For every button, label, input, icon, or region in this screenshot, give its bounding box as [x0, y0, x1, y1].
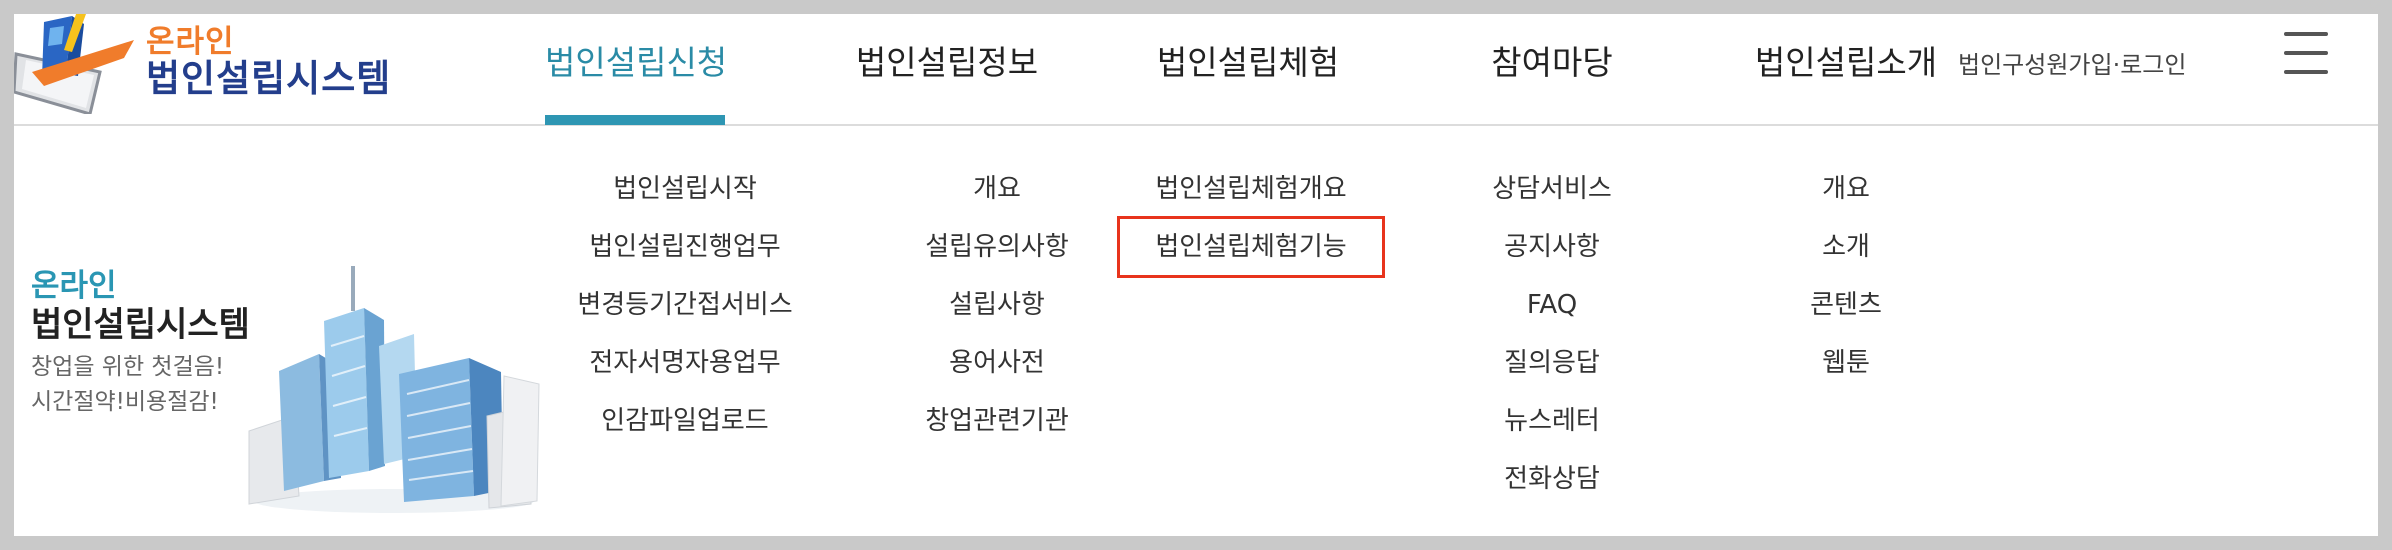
submenu-column-experience: 법인설립체험개요 법인설립체험기능 [1117, 160, 1385, 278]
promo-tagline-2: 시간절약!비용절감! [31, 389, 219, 415]
promo-tagline-1: 창업을 위한 첫걸음! [31, 354, 225, 380]
submenu-item-webtoon[interactable]: 웹툰 [1716, 334, 1976, 392]
city-buildings-illustration [248, 266, 540, 513]
submenu-item-experience-function[interactable]: 법인설립체험기능 [1117, 216, 1385, 278]
nav-tab-participation[interactable]: 참여마당 [1472, 36, 1632, 84]
submenu-column-participation: 상담서비스 공지사항 FAQ 질의응답 뉴스레터 전화상담 [1422, 160, 1682, 508]
logo-title: 법인설립시스템 [146, 57, 392, 100]
submenu-item-contents[interactable]: 콘텐츠 [1716, 276, 1976, 334]
submenu-item-newsletter[interactable]: 뉴스레터 [1422, 392, 1682, 450]
logo-emblem-icon [14, 14, 134, 114]
top-header: 온라인 법인설립시스템 법인설립신청 법인설립정보 법인설립체험 참여마당 법인… [14, 14, 2378, 126]
promo-title: 법인설립시스템 [31, 305, 250, 345]
submenu-item-e-signature[interactable]: 전자서명자용업무 [555, 334, 815, 392]
submenu-column-application: 법인설립시작 법인설립진행업무 변경등기간접서비스 전자서명자용업무 인감파일업… [555, 160, 815, 450]
submenu-item-startup-agencies[interactable]: 창업관련기관 [867, 392, 1127, 450]
nav-tab-corporate-application[interactable]: 법인설립신청 [545, 36, 727, 84]
submenu-item-precautions[interactable]: 설립유의사항 [867, 218, 1127, 276]
nav-tab-corporate-experience[interactable]: 법인설립체험 [1148, 36, 1348, 84]
page-frame: 온라인 법인설립시스템 법인설립신청 법인설립정보 법인설립체험 참여마당 법인… [14, 14, 2378, 536]
submenu-item-intro-overview[interactable]: 개요 [1716, 160, 1976, 218]
auth-links: 법인구성원가입·로그인 [1958, 45, 2186, 80]
site-logo[interactable]: 온라인 법인설립시스템 [14, 14, 390, 114]
submenu-item-faq[interactable]: FAQ [1422, 276, 1682, 334]
nav-tab-corporate-info[interactable]: 법인설립정보 [847, 36, 1047, 84]
submenu-column-info: 개요 설립유의사항 설립사항 용어사전 창업관련기관 [867, 160, 1127, 450]
submenu-item-change-registration[interactable]: 변경등기간접서비스 [555, 276, 815, 334]
submenu-column-intro: 개요 소개 콘텐츠 웹툰 [1716, 160, 1976, 392]
submenu-item-experience-overview[interactable]: 법인설립체험개요 [1119, 160, 1383, 218]
submenu-item-overview[interactable]: 개요 [867, 160, 1127, 218]
hamburger-menu-icon[interactable] [2284, 30, 2328, 76]
submenu-item-start[interactable]: 법인설립시작 [555, 160, 815, 218]
submenu-item-notices[interactable]: 공지사항 [1422, 218, 1682, 276]
submenu-item-glossary[interactable]: 용어사전 [867, 334, 1127, 392]
submenu-item-consulting[interactable]: 상담서비스 [1422, 160, 1682, 218]
submenu-item-progress[interactable]: 법인설립진행업무 [555, 218, 815, 276]
active-tab-underline [545, 115, 725, 125]
submenu-item-establishment[interactable]: 설립사항 [867, 276, 1127, 334]
submenu-item-qna[interactable]: 질의응답 [1422, 334, 1682, 392]
nav-tab-corporate-intro[interactable]: 법인설립소개 [1746, 36, 1946, 84]
submenu-item-seal-upload[interactable]: 인감파일업로드 [555, 392, 815, 450]
join-member-link[interactable]: 법인구성원가입 [1958, 51, 2113, 79]
submenu-item-phone-consulting[interactable]: 전화상담 [1422, 450, 1682, 508]
login-link[interactable]: 로그인 [2120, 51, 2186, 79]
submenu-item-introduction[interactable]: 소개 [1716, 218, 1976, 276]
